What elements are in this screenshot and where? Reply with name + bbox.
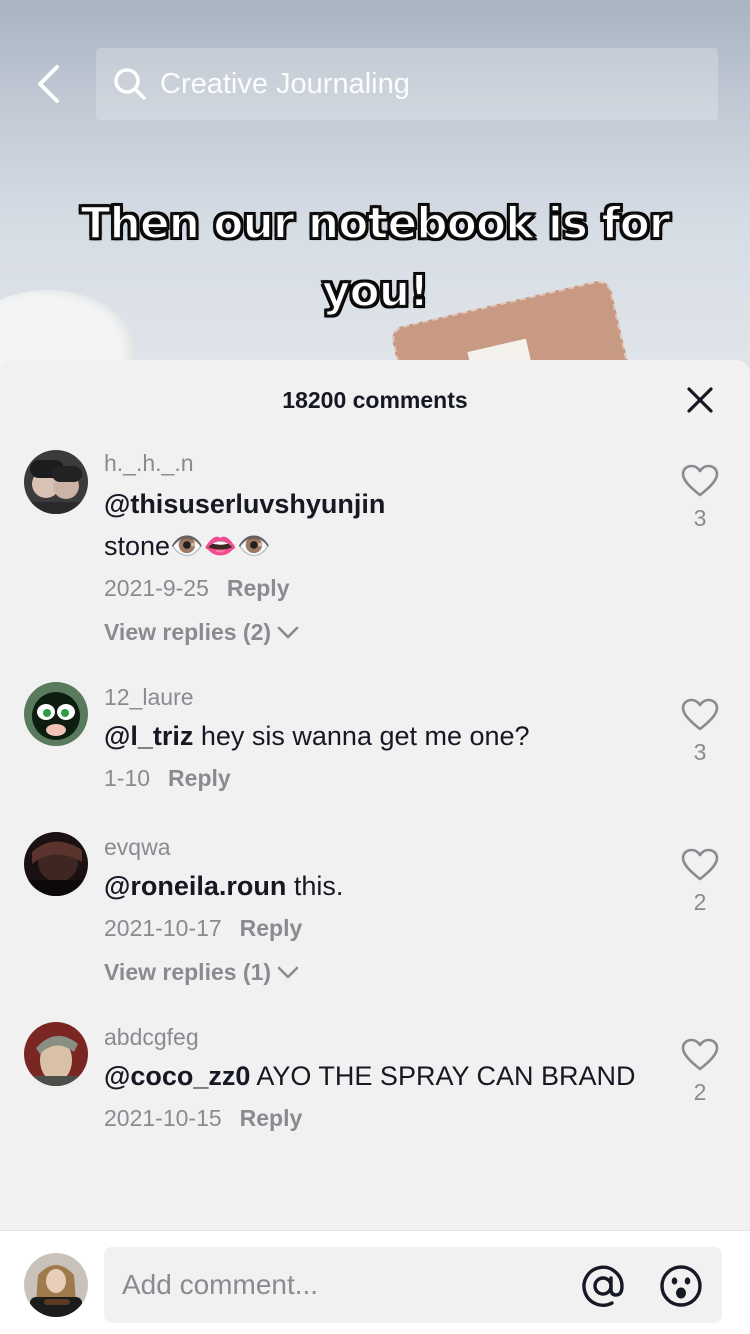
current-user-avatar [24, 1253, 88, 1317]
view-replies-label: View replies (1) [104, 959, 272, 985]
video-caption: Then our notebook is for you! [0, 190, 750, 326]
comment-mention[interactable]: @thisuserluvshyunjin [104, 489, 385, 519]
heart-icon [681, 848, 719, 881]
heart-icon [681, 464, 719, 497]
comment-username[interactable]: h._.h._.n [104, 448, 660, 478]
like-count: 3 [693, 739, 707, 765]
chevron-down-icon [277, 966, 299, 980]
like-count: 2 [693, 1079, 707, 1105]
back-arrow-icon [38, 65, 59, 103]
comments-header: 18200 comments [0, 360, 750, 440]
comment-input-box[interactable] [104, 1247, 722, 1323]
comment-item: evqwa @roneila.roun this. 2021-10-17 Rep… [0, 832, 750, 986]
avatar[interactable] [24, 682, 88, 746]
caption-line-1: Then our notebook is for [79, 197, 671, 250]
like-button[interactable]: 3 [680, 464, 720, 532]
comment-body: hey sis wanna get me one? [193, 721, 530, 751]
comment-username[interactable]: abdcgfeg [104, 1022, 660, 1052]
heart-icon [681, 1038, 719, 1071]
comment-mention[interactable]: @roneila.roun [104, 871, 286, 901]
close-button[interactable] [682, 382, 718, 418]
view-replies-button[interactable]: View replies (1) [104, 959, 660, 986]
close-icon [687, 387, 713, 413]
comment-mention[interactable]: @coco_zz0 [104, 1061, 250, 1091]
comment-date: 2021-10-17 [104, 915, 222, 941]
comment-meta: 2021-10-15 Reply [104, 1100, 660, 1136]
reply-button[interactable]: Reply [227, 570, 290, 606]
search-placeholder: Creative Journaling [160, 67, 410, 100]
search-bar[interactable]: Creative Journaling [96, 48, 718, 120]
emoji-icon [660, 1265, 702, 1307]
comment-meta: 2021-10-17 Reply [104, 910, 660, 946]
comment-item: h._.h._.n @thisuserluvshyunjin stone👁️👄👁… [0, 448, 750, 646]
comment-body: AYO THE SPRAY CAN BRAND [250, 1061, 636, 1091]
comment-username[interactable]: evqwa [104, 832, 660, 862]
comment-text: @coco_zz0 AYO THE SPRAY CAN BRAND [104, 1056, 660, 1096]
comment-item: 12_laure @l_triz hey sis wanna get me on… [0, 682, 750, 796]
view-replies-button[interactable]: View replies (2) [104, 619, 660, 646]
like-button[interactable]: 2 [680, 1038, 720, 1106]
like-count: 2 [693, 889, 707, 915]
emoji-button[interactable] [658, 1263, 704, 1309]
comment-date: 2021-9-25 [104, 575, 209, 601]
comment-input[interactable] [122, 1269, 542, 1301]
like-button[interactable]: 3 [680, 698, 720, 766]
comment-date: 1-10 [104, 765, 151, 791]
avatar[interactable] [24, 832, 88, 896]
caption-line-2: you! [321, 265, 430, 318]
like-button[interactable]: 2 [680, 848, 720, 916]
comment-composer [0, 1230, 750, 1334]
mention-button[interactable] [580, 1263, 626, 1309]
avatar[interactable] [24, 1022, 88, 1086]
comment-meta: 2021-9-25 Reply [104, 570, 660, 606]
comments-sheet: 18200 comments h._.h._.n @thisuserluvshy… [0, 360, 750, 1334]
reply-button[interactable]: Reply [240, 910, 303, 946]
back-button[interactable] [28, 60, 68, 108]
like-count: 3 [693, 505, 707, 531]
view-replies-label: View replies (2) [104, 619, 272, 645]
comment-text: @l_triz hey sis wanna get me one? [104, 716, 660, 756]
search-icon [112, 66, 148, 102]
reply-button[interactable]: Reply [168, 760, 231, 796]
comment-body: this. [286, 871, 344, 901]
comment-date: 2021-10-15 [104, 1105, 222, 1131]
comment-username[interactable]: 12_laure [104, 682, 660, 712]
comment-item: abdcgfeg @coco_zz0 AYO THE SPRAY CAN BRA… [0, 1022, 750, 1136]
reply-button[interactable]: Reply [240, 1100, 303, 1136]
comment-mention[interactable]: @l_triz [104, 721, 193, 751]
at-sign-icon [582, 1265, 624, 1307]
chevron-down-icon [277, 626, 299, 640]
comment-text-line: stone👁️👄👁️ [104, 531, 271, 561]
comment-text: @roneila.roun this. [104, 866, 660, 906]
comment-meta: 1-10 Reply [104, 760, 660, 796]
avatar[interactable] [24, 450, 88, 514]
heart-icon [681, 698, 719, 731]
comments-count-title: 18200 comments [282, 386, 468, 413]
comment-text: @thisuserluvshyunjin [104, 484, 660, 524]
